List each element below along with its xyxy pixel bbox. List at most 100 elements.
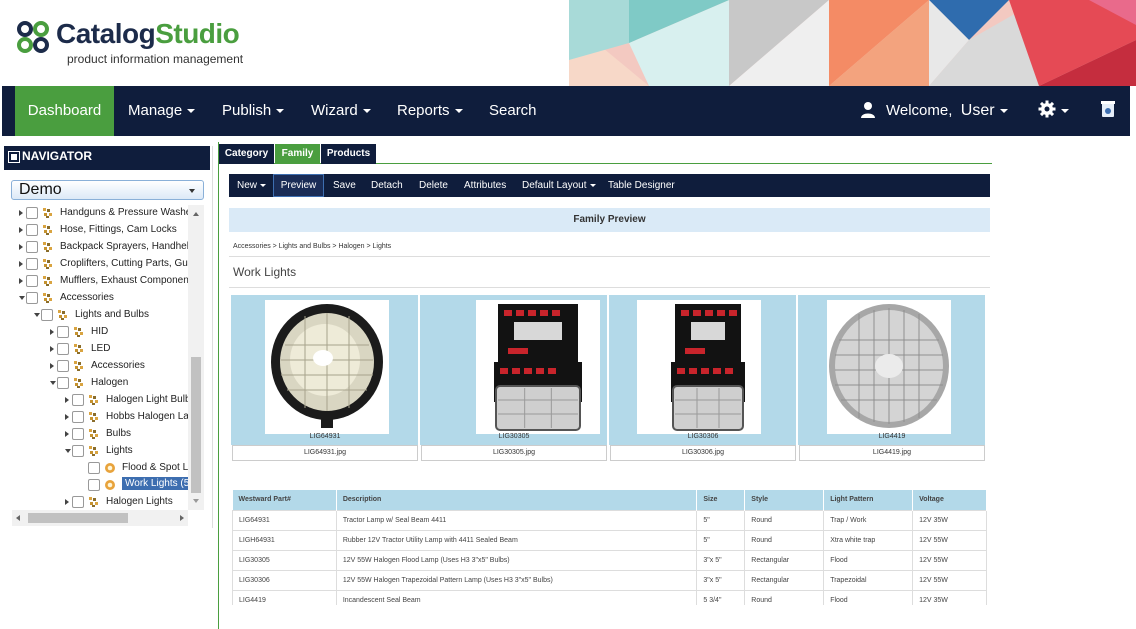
delete-button[interactable]: Delete — [419, 174, 448, 197]
product-image-card[interactable]: LIG30305 LIG30305.jpg — [420, 295, 608, 462]
tree-node[interactable]: Handguns & Pressure Washer — [12, 205, 188, 222]
expand-open-icon[interactable] — [34, 313, 40, 317]
tree-node-checkbox[interactable] — [57, 377, 69, 389]
product-image-filename[interactable]: LIG4419.jpg — [799, 445, 985, 461]
tree-node[interactable]: Hose, Fittings, Cam Locks — [12, 222, 188, 239]
product-image[interactable] — [265, 300, 389, 434]
tree-node[interactable]: Hobbs Halogen Lar — [12, 409, 188, 426]
tree-node[interactable]: Flood & Spot Lig — [12, 460, 188, 477]
tree-node-checkbox[interactable] — [57, 326, 69, 338]
product-image-card[interactable]: LIG4419 LIG4419.jpg — [798, 295, 986, 462]
table-column-header[interactable]: Westward Part# — [232, 490, 337, 510]
nav-dashboard[interactable]: Dashboard — [15, 86, 114, 136]
scroll-left-icon[interactable] — [16, 515, 20, 521]
tree-node-checkbox[interactable] — [26, 258, 38, 270]
settings-menu[interactable] — [1038, 86, 1069, 136]
tree-node-checkbox[interactable] — [41, 309, 53, 321]
tree-node-label[interactable]: LED — [91, 343, 110, 354]
product-image-filename[interactable]: LIG30305.jpg — [421, 445, 607, 461]
tree-vertical-scrollbar[interactable] — [188, 205, 204, 510]
tree-node-label[interactable]: Halogen Lights — [106, 496, 173, 507]
tree-horizontal-scrollbar[interactable] — [12, 510, 188, 526]
tree-node-label[interactable]: Lights and Bulbs — [75, 309, 149, 320]
tree-node-label[interactable]: Lights — [106, 445, 133, 456]
tree-node-label[interactable]: Accessories — [60, 292, 114, 303]
recycle-bin-button[interactable] — [1100, 86, 1116, 136]
tree-node-label[interactable]: Bulbs — [106, 428, 131, 439]
tree-node[interactable]: Lights — [12, 443, 188, 460]
tree-node[interactable]: Accessories — [12, 358, 188, 375]
table-row[interactable]: LIG30306 12V 55W Halogen Trapezoidal Patt… — [232, 569, 987, 591]
tree-node-checkbox[interactable] — [26, 224, 38, 236]
table-row[interactable]: LIGH64931 Rubber 12V Tractor Utility Lamp… — [232, 529, 987, 551]
nav-manage[interactable]: Manage — [128, 86, 196, 136]
table-column-header[interactable]: Voltage — [912, 490, 987, 510]
tab-category[interactable]: Category — [219, 144, 274, 164]
product-image-filename[interactable]: LIG64931.jpg — [232, 445, 418, 461]
tree-node-checkbox[interactable] — [57, 343, 69, 355]
tree-node[interactable]: Halogen Light Bulbs — [12, 392, 188, 409]
table-row[interactable]: LIG30305 12V 55W Halogen Flood Lamp (Uses… — [232, 549, 987, 571]
save-button[interactable]: Save — [333, 174, 356, 197]
product-image[interactable] — [637, 300, 761, 434]
expand-closed-icon[interactable] — [65, 397, 69, 403]
expand-open-icon[interactable] — [50, 381, 56, 385]
tree-node-label[interactable]: Flood & Spot Lig — [122, 462, 188, 473]
scroll-thumb[interactable] — [191, 357, 201, 493]
scroll-right-icon[interactable] — [180, 515, 184, 521]
tree-node-checkbox[interactable] — [26, 241, 38, 253]
tree-node-label[interactable]: Mufflers, Exhaust Components — [60, 275, 188, 286]
catalog-select[interactable]: Demo — [11, 180, 204, 200]
tree-node[interactable]: Mufflers, Exhaust Components — [12, 273, 188, 290]
nav-reports[interactable]: Reports — [397, 86, 463, 136]
table-column-header[interactable]: Light Pattern — [823, 490, 914, 510]
tree-node-label[interactable]: Backpack Sprayers, Handheld — [60, 241, 188, 252]
tree-node-label[interactable]: Work Lights (5) — [122, 477, 188, 490]
product-image[interactable] — [827, 300, 951, 434]
tree-node-checkbox[interactable] — [72, 428, 84, 440]
nav-search[interactable]: Search — [489, 86, 537, 136]
tree-node-label[interactable]: Halogen — [91, 377, 128, 388]
product-image-filename[interactable]: LIG30306.jpg — [610, 445, 796, 461]
tree-node-checkbox[interactable] — [88, 479, 100, 491]
tree-node[interactable]: Halogen Lights — [12, 494, 188, 510]
expand-closed-icon[interactable] — [65, 414, 69, 420]
tree-node-label[interactable]: HID — [91, 326, 108, 337]
detach-button[interactable]: Detach — [371, 174, 403, 197]
tree-node-checkbox[interactable] — [72, 496, 84, 508]
expand-open-icon[interactable] — [19, 296, 25, 300]
table-column-header[interactable]: Style — [744, 490, 825, 510]
tree-node-checkbox[interactable] — [88, 462, 100, 474]
nav-publish[interactable]: Publish — [222, 86, 285, 136]
expand-closed-icon[interactable] — [65, 431, 69, 437]
tree-node-checkbox[interactable] — [26, 207, 38, 219]
expand-closed-icon[interactable] — [65, 499, 69, 505]
expand-open-icon[interactable] — [65, 449, 71, 453]
tree-node-label[interactable]: Halogen Light Bulbs — [106, 394, 188, 405]
tree-node[interactable]: Work Lights (5) — [12, 477, 188, 494]
tree-node[interactable]: Accessories — [12, 290, 188, 307]
product-image[interactable] — [476, 300, 600, 434]
product-image-card[interactable]: LIG30306 LIG30306.jpg — [609, 295, 797, 462]
tree-node-label[interactable]: Croplifters, Cutting Parts, Guar — [60, 258, 188, 269]
nav-wizard[interactable]: Wizard — [311, 86, 371, 136]
tree-node-checkbox[interactable] — [72, 445, 84, 457]
table-row[interactable]: LIG4419 Incandescent Seal Beam 5 3/4" Round… — [232, 589, 987, 605]
tree-node[interactable]: Lights and Bulbs — [12, 307, 188, 324]
expand-closed-icon[interactable] — [19, 261, 23, 267]
tree-node[interactable]: HID — [12, 324, 188, 341]
tree-node-checkbox[interactable] — [26, 275, 38, 287]
product-image-card[interactable]: LIG64931 LIG64931.jpg — [231, 295, 419, 462]
table-row[interactable]: LIG64931 Tractor Lamp w/ Seal Beam 4411 5"… — [232, 509, 987, 531]
scroll-thumb[interactable] — [28, 513, 128, 523]
user-menu[interactable]: Welcome, User — [860, 86, 1008, 136]
tree-node[interactable]: Backpack Sprayers, Handheld — [12, 239, 188, 256]
expand-closed-icon[interactable] — [50, 363, 54, 369]
scroll-up-icon[interactable] — [193, 212, 199, 216]
table-column-header[interactable]: Description — [336, 490, 698, 510]
table-column-header[interactable]: Size — [696, 490, 746, 510]
expand-closed-icon[interactable] — [19, 278, 23, 284]
tree-node[interactable]: LED — [12, 341, 188, 358]
expand-closed-icon[interactable] — [50, 346, 54, 352]
tree-node-label[interactable]: Hose, Fittings, Cam Locks — [60, 224, 177, 235]
